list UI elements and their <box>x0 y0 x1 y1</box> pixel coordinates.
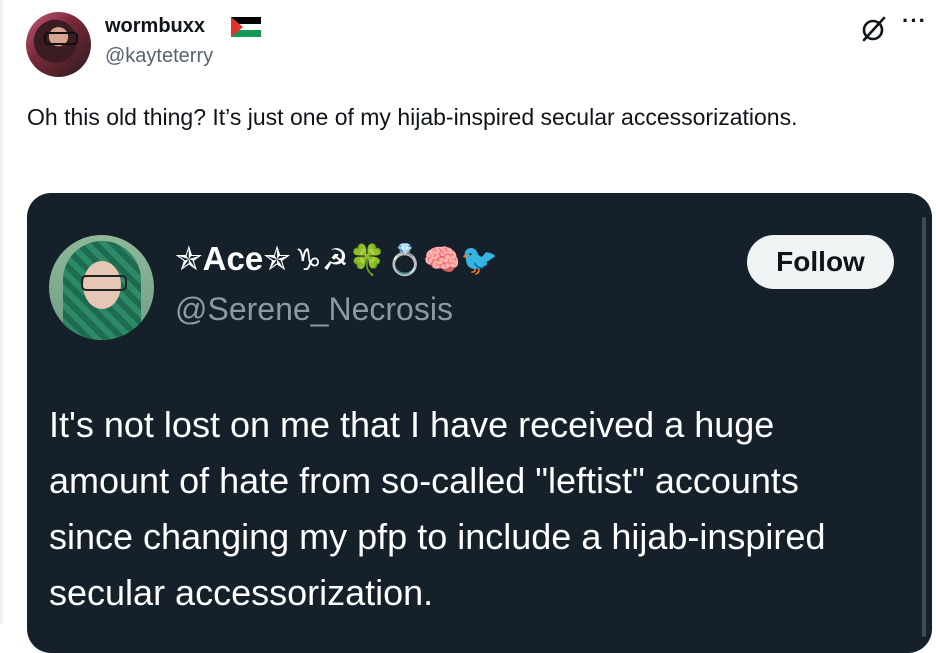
grok-icon[interactable] <box>860 15 888 43</box>
name-emojis: ♑☭🍀💍🧠🐦 <box>294 244 499 277</box>
timeline-divider <box>0 0 3 624</box>
quoted-author-name-text: ✯Ace✯ <box>175 240 291 277</box>
quoted-author-avatar[interactable] <box>49 235 154 340</box>
author-handle[interactable]: @kayteterry <box>105 45 213 68</box>
quoted-tweet-card[interactable]: ✯Ace✯ ♑☭🍀💍🧠🐦 @Serene_Necrosis Follow It's… <box>27 193 932 653</box>
author-avatar[interactable] <box>26 12 91 77</box>
quoted-author-display-name[interactable]: ✯Ace✯ ♑☭🍀💍🧠🐦 <box>175 239 498 278</box>
follow-button[interactable]: Follow <box>747 235 894 289</box>
quoted-author-handle[interactable]: @Serene_Necrosis <box>175 291 453 328</box>
more-icon[interactable]: ··· <box>902 8 927 34</box>
quoted-tweet-text: It's not lost on me that I have received… <box>49 404 826 613</box>
palestine-flag-icon <box>231 17 261 37</box>
scrollbar[interactable] <box>922 217 926 637</box>
tweet-text: Oh this old thing? It’s just one of my h… <box>27 104 798 130</box>
author-display-name[interactable]: wormbuxx <box>105 15 205 38</box>
avatar-glasses <box>81 275 127 291</box>
avatar-glasses <box>44 32 78 45</box>
